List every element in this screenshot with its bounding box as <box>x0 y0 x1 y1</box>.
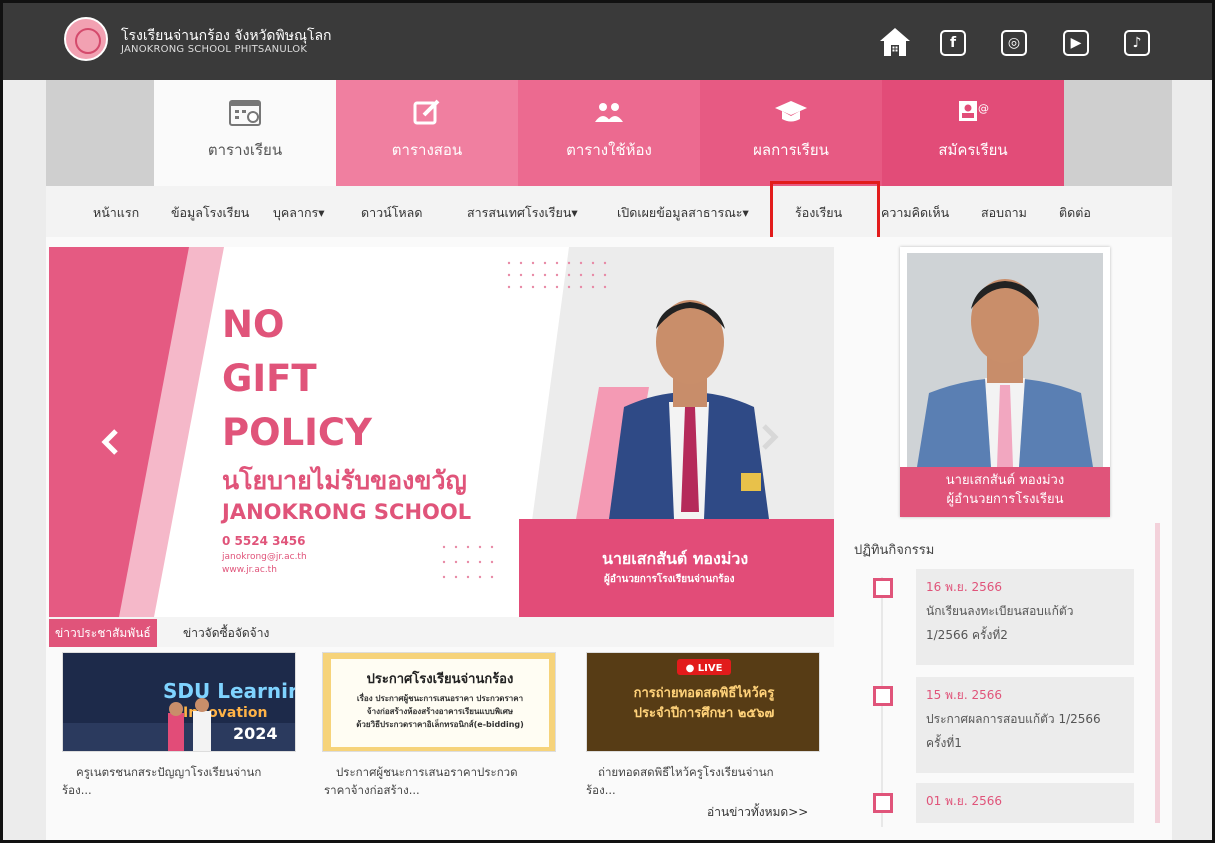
calendar-icon <box>229 100 261 126</box>
event-text: 1/2566 ครั้งที่2 <box>926 628 1008 642</box>
card3-line1: การถ่ายทอดสดพิธีไหว้ครู <box>634 684 775 701</box>
news-thumbnail-1[interactable]: SDU Learning Innovation 2024 <box>62 652 296 752</box>
card2-title: ประกาศโรงเรียนจ่านกร้อง <box>367 670 514 687</box>
tiktok-icon[interactable]: ♪ <box>1124 30 1150 56</box>
tile-grades[interactable]: ผลการเรียน <box>700 80 882 186</box>
facebook-icon[interactable]: f <box>940 30 966 56</box>
calendar-event[interactable]: 15 พ.ย. 2566 ประกาศผลการสอบแก้ตัว 1/2566… <box>916 677 1134 773</box>
nav-survey[interactable]: สอบถาม <box>981 203 1027 223</box>
calendar-event[interactable]: 01 พ.ย. 2566 <box>916 783 1134 823</box>
event-marker <box>873 578 893 598</box>
nav-opinion[interactable]: ความคิดเห็น <box>881 203 949 223</box>
banner-website: www.jr.ac.th <box>222 565 277 575</box>
tile-label: ตารางเรียน <box>207 141 283 159</box>
calendar-title: ปฏิทินกิจกรรม <box>854 543 935 558</box>
edit-icon <box>413 99 440 125</box>
card1-year: 2024 <box>233 724 278 743</box>
nav-home[interactable]: หน้าแรก <box>93 203 139 223</box>
card2-line2: จ้างก่อสร้างห้องสร้างอาคารเรียนแบบพิเศษ <box>367 706 514 716</box>
director-card: นายเสกสันต์ ทองม่วง ผู้อำนวยการโรงเรียน <box>900 247 1110 517</box>
event-text: ประกาศผลการสอบแก้ตัว 1/2566 <box>926 712 1101 726</box>
caption-line: ราคาจ้างก่อสร้าง... <box>324 783 420 797</box>
tile-label: ตารางสอน <box>391 141 463 159</box>
banner-director-name: นายเสกสันต์ ทองม่วง <box>602 549 749 568</box>
nav-public-info[interactable]: เปิดเผยข้อมูลสาธารณะ▾ <box>617 203 749 223</box>
event-date: 16 พ.ย. 2566 <box>926 580 1003 594</box>
home-icon[interactable] <box>878 25 912 59</box>
nav-info-system[interactable]: สารสนเทศโรงเรียน▾ <box>467 203 578 223</box>
news-thumbnail-3[interactable]: ● LIVE การถ่ายทอดสดพิธีไหว้ครู ประจำปีกา… <box>586 652 820 752</box>
quick-menu-tiles: ตารางเรียน ตารางสอน ตารางใช้ห้อง ผลการเร… <box>46 80 1172 186</box>
event-marker <box>873 793 893 813</box>
tile-apply[interactable]: @ สมัครเรียน <box>882 80 1064 186</box>
card2-line3: ด้วยวิธีประกวดราคาอิเล็กทรอนิกส์(e-biddi… <box>356 718 524 729</box>
caption-line: ประกาศผู้ชนะการเสนอราคาประกวด <box>336 765 518 779</box>
banner-director-title: ผู้อำนวยการโรงเรียนจ่านกร้อง <box>604 574 735 585</box>
banner-school-name: JANOKRONG SCHOOL <box>222 500 472 524</box>
banner-policy-text: POLICY <box>222 411 372 454</box>
caption-line: ครูเนตรชนกสระปัญญาโรงเรียนจ่านก <box>76 765 262 779</box>
banner-gift-text: GIFT <box>222 357 317 400</box>
read-all-news-link[interactable]: อ่านข่าวทั้งหมด>> <box>707 803 808 822</box>
tab-public-relations[interactable]: ข่าวประชาสัมพันธ์ <box>49 619 157 647</box>
director-name: นายเสกสันต์ ทองม่วง <box>945 473 1065 488</box>
news-caption-1[interactable]: ครูเนตรชนกสระปัญญาโรงเรียนจ่านกร้อง... <box>62 763 302 799</box>
event-text: ครั้งที่1 <box>926 736 962 750</box>
nav-school-info[interactable]: ข้อมูลโรงเรียน <box>171 203 249 223</box>
banner-carousel: NO GIFT POLICY นโยบายไม่รับของขวัญ JANOK… <box>49 247 834 617</box>
school-logo[interactable] <box>64 17 108 61</box>
director-title: ผู้อำนวยการโรงเรียน <box>946 492 1064 507</box>
card3-live: ● LIVE <box>686 663 723 674</box>
youtube-icon[interactable]: ▶ <box>1063 30 1089 56</box>
card3-line2: ประจำปีการศึกษา ๒๕๖๗ <box>634 705 775 721</box>
graduation-cap-icon <box>775 101 807 122</box>
event-marker <box>873 686 893 706</box>
tile-label: ตารางใช้ห้อง <box>566 141 652 159</box>
nav-personnel[interactable]: บุคลากร▾ <box>273 203 325 223</box>
director-caption: นายเสกสันต์ ทองม่วง ผู้อำนวยการโรงเรียน <box>900 467 1110 517</box>
browser-frame: โรงเรียนจ่านกร้อง จังหวัดพิษณุโลก JANOKR… <box>0 0 1215 843</box>
event-date: 15 พ.ย. 2566 <box>926 688 1003 702</box>
tile-teaching-schedule[interactable]: ตารางสอน <box>336 80 518 186</box>
banner-policy-thai: นโยบายไม่รับของขวัญ <box>222 466 467 495</box>
director-photo <box>907 253 1103 467</box>
tile-label: ผลการเรียน <box>753 141 829 159</box>
news-caption-2[interactable]: ประกาศผู้ชนะการเสนอราคาประกวดราคาจ้างก่อ… <box>324 763 564 799</box>
top-header-bar: โรงเรียนจ่านกร้อง จังหวัดพิษณุโลก JANOKR… <box>3 3 1212 80</box>
chevron-right-icon[interactable] <box>759 422 781 452</box>
contact-card-icon: @ <box>959 101 989 121</box>
event-text: นักเรียนลงทะเบียนสอบแก้ตัว <box>926 604 1074 618</box>
nav-contact[interactable]: ติดต่อ <box>1059 203 1091 223</box>
event-date: 01 พ.ย. 2566 <box>926 794 1003 808</box>
banner-email: janokrong@jr.ac.th <box>222 552 307 562</box>
chevron-left-icon[interactable] <box>99 427 121 457</box>
news-tabs: ข่าวประชาสัมพันธ์ ข่าวจัดซื้อจัดจ้าง <box>49 617 834 647</box>
tile-room-schedule[interactable]: ตารางใช้ห้อง <box>518 80 700 186</box>
instagram-icon[interactable]: ◎ <box>1001 30 1027 56</box>
complaint-highlight-box <box>770 181 880 241</box>
banner-phone: 0 5524 3456 <box>222 534 306 548</box>
main-nav: หน้าแรก ข้อมูลโรงเรียน บุคลากร▾ ดาวน์โหล… <box>46 186 1172 237</box>
card2-line1: เรื่อง ประกาศผู้ชนะการเสนอราคา ประกวดราค… <box>357 692 523 704</box>
news-caption-3[interactable]: ถ่ายทอดสดพิธีไหว้ครูโรงเรียนจ่านกร้อง... <box>586 763 826 799</box>
school-name-english: JANOKRONG SCHOOL PHITSANULOK <box>121 44 308 55</box>
caption-line: ร้อง... <box>586 783 616 797</box>
tab-procurement[interactable]: ข่าวจัดซื้อจัดจ้าง <box>183 619 269 647</box>
caption-line: ถ่ายทอดสดพิธีไหว้ครูโรงเรียนจ่านก <box>598 765 774 779</box>
caption-line: ร้อง... <box>62 783 92 797</box>
news-thumbnail-2[interactable]: ประกาศโรงเรียนจ่านกร้อง เรื่อง ประกาศผู้… <box>322 652 556 752</box>
svg-text:@: @ <box>978 102 989 115</box>
card1-brand: SDU Learning <box>163 679 296 703</box>
banner-no-text: NO <box>222 303 285 346</box>
calendar-event[interactable]: 16 พ.ย. 2566 นักเรียนลงทะเบียนสอบแก้ตัว … <box>916 569 1134 665</box>
tile-label: สมัครเรียน <box>938 141 1008 159</box>
tile-class-schedule[interactable]: ตารางเรียน <box>154 80 336 186</box>
calendar-scrollbar[interactable] <box>1155 523 1160 823</box>
users-icon <box>595 103 623 122</box>
nav-download[interactable]: ดาวน์โหลด <box>361 203 422 223</box>
